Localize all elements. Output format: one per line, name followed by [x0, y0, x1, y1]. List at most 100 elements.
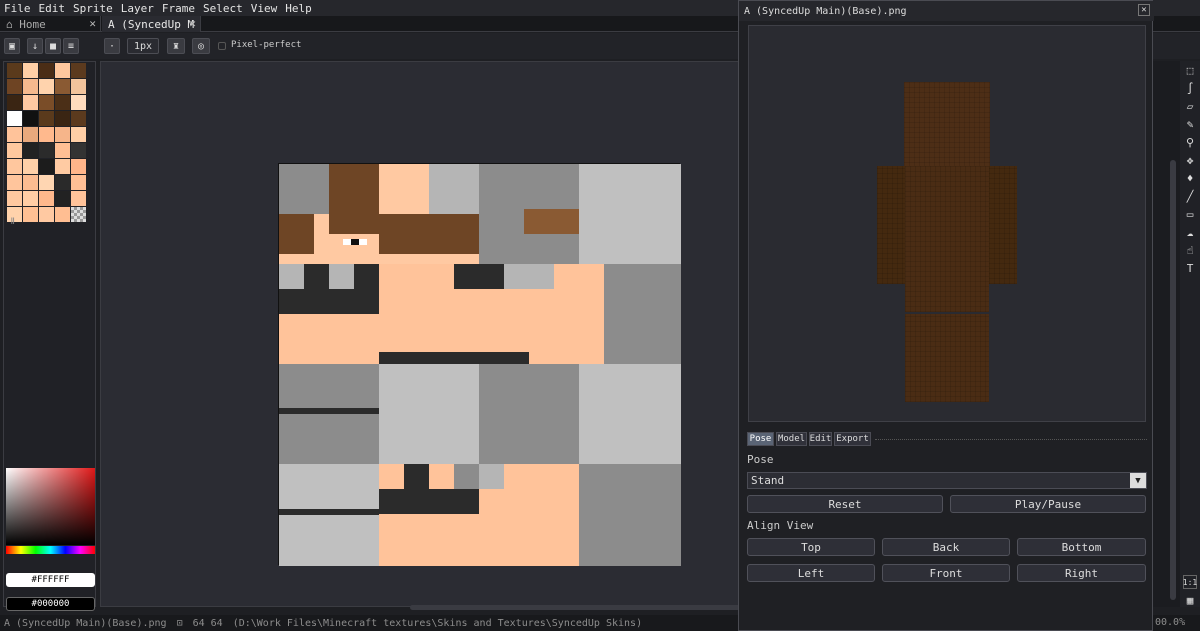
- palette-swatch[interactable]: [23, 207, 38, 222]
- fill-icon[interactable]: ♦: [1183, 171, 1197, 185]
- palette-swatch[interactable]: [71, 191, 86, 206]
- palette-swatch[interactable]: [71, 111, 86, 126]
- palette-swatch[interactable]: [55, 159, 70, 174]
- palette-swatch[interactable]: [55, 143, 70, 158]
- palette-swatch[interactable]: [55, 95, 70, 110]
- tab-edit[interactable]: Edit: [809, 432, 832, 446]
- menu-file[interactable]: File: [4, 2, 31, 15]
- palette-swatch[interactable]: [7, 159, 22, 174]
- palette-swatch[interactable]: [23, 63, 38, 78]
- align-left-button[interactable]: Left: [747, 564, 875, 582]
- ratio-button[interactable]: 1:1: [1183, 575, 1197, 589]
- ink-icon[interactable]: ♜: [167, 38, 185, 54]
- align-front-button[interactable]: Front: [882, 564, 1010, 582]
- tab-export[interactable]: Export: [834, 432, 871, 446]
- align-back-button[interactable]: Back: [882, 538, 1010, 556]
- align-bottom-button[interactable]: Bottom: [1017, 538, 1146, 556]
- align-top-button[interactable]: Top: [747, 538, 875, 556]
- palette-swatch[interactable]: [55, 127, 70, 142]
- palette-swatch[interactable]: [55, 207, 70, 222]
- palette-resize-handle[interactable]: ǁ: [10, 217, 15, 227]
- menu-sprite[interactable]: Sprite: [73, 2, 113, 15]
- square-icon[interactable]: ■: [45, 38, 61, 54]
- palette-swatch[interactable]: [23, 143, 38, 158]
- palette-swatch[interactable]: [23, 159, 38, 174]
- palette-swatch[interactable]: [39, 175, 54, 190]
- palette-swatch[interactable]: [55, 191, 70, 206]
- palette-swatch[interactable]: [23, 175, 38, 190]
- brush-shape-button[interactable]: ·: [104, 38, 120, 54]
- horizontal-scrollbar[interactable]: [410, 605, 740, 610]
- menu-layer[interactable]: Layer: [121, 2, 154, 15]
- palette-swatch[interactable]: [55, 63, 70, 78]
- sprite-editor[interactable]: [100, 61, 745, 607]
- align-right-button[interactable]: Right: [1017, 564, 1146, 582]
- palette-swatch[interactable]: [7, 63, 22, 78]
- palette-swatch[interactable]: [7, 143, 22, 158]
- pencil-icon[interactable]: ✎: [1183, 117, 1197, 131]
- palette-swatch[interactable]: [71, 127, 86, 142]
- 3d-model-preview[interactable]: [748, 25, 1146, 422]
- smudge-icon[interactable]: ☝: [1183, 243, 1197, 257]
- close-icon[interactable]: ✕: [189, 17, 196, 30]
- arrow-down-icon[interactable]: ↓: [27, 38, 43, 54]
- palette-swatch[interactable]: [23, 79, 38, 94]
- transparent-swatch[interactable]: [71, 207, 86, 222]
- menu-icon[interactable]: ≡: [63, 38, 79, 54]
- zoom-level[interactable]: 00.0%: [1155, 617, 1185, 628]
- palette-swatch[interactable]: [39, 127, 54, 142]
- palette-swatch[interactable]: [39, 111, 54, 126]
- palette-swatch[interactable]: [39, 207, 54, 222]
- pixel-perfect-checkbox[interactable]: [218, 42, 226, 50]
- menu-edit[interactable]: Edit: [39, 2, 66, 15]
- skin-texture-canvas[interactable]: [278, 163, 681, 566]
- palette-swatch[interactable]: [71, 159, 86, 174]
- palette-swatch-selected[interactable]: [7, 111, 22, 126]
- tab-pose[interactable]: Pose: [747, 432, 774, 446]
- palette-swatch[interactable]: [39, 79, 54, 94]
- palette-swatch[interactable]: [39, 63, 54, 78]
- palette-swatch[interactable]: [71, 143, 86, 158]
- palette-swatch[interactable]: [7, 191, 22, 206]
- eraser-icon[interactable]: ▱: [1183, 99, 1197, 113]
- lasso-icon[interactable]: ∫: [1183, 81, 1197, 95]
- close-icon[interactable]: ✕: [1138, 4, 1150, 16]
- palette-swatch[interactable]: [39, 159, 54, 174]
- grid-icon[interactable]: ▦: [1183, 593, 1197, 607]
- pose-select[interactable]: Stand ▼: [747, 472, 1147, 489]
- blur-icon[interactable]: ☁: [1183, 225, 1197, 239]
- chevron-down-icon[interactable]: ▼: [1130, 473, 1146, 488]
- palette-swatch[interactable]: [55, 111, 70, 126]
- menu-select[interactable]: Select: [203, 2, 243, 15]
- menu-frame[interactable]: Frame: [162, 2, 195, 15]
- palette-swatch[interactable]: [39, 143, 54, 158]
- palette-swatch[interactable]: [7, 127, 22, 142]
- palette-swatch[interactable]: [23, 191, 38, 206]
- menu-view[interactable]: View: [251, 2, 278, 15]
- tab-document[interactable]: A (SyncedUp M ✕: [102, 16, 201, 32]
- rectangle-icon[interactable]: ▭: [1183, 207, 1197, 221]
- tab-model[interactable]: Model: [776, 432, 807, 446]
- close-icon[interactable]: ✕: [89, 17, 96, 30]
- palette-swatch[interactable]: [71, 95, 86, 110]
- eyedropper-icon[interactable]: ⚲: [1183, 135, 1197, 149]
- palette-swatch[interactable]: [55, 175, 70, 190]
- move-icon[interactable]: ✥: [1183, 153, 1197, 167]
- palette-swatch[interactable]: [7, 95, 22, 110]
- palette-swatch[interactable]: [71, 63, 86, 78]
- background-color-field[interactable]: #000000: [6, 597, 95, 611]
- palette-swatch[interactable]: [7, 79, 22, 94]
- line-icon[interactable]: ╱: [1183, 189, 1197, 203]
- lock-icon[interactable]: ▣: [4, 38, 20, 54]
- brush-size-input[interactable]: 1px: [127, 38, 159, 54]
- hue-slider[interactable]: [6, 546, 95, 554]
- palette-swatch[interactable]: [23, 95, 38, 110]
- palette-swatch[interactable]: [55, 79, 70, 94]
- foreground-color-field[interactable]: #FFFFFF: [6, 573, 95, 587]
- color-picker-box[interactable]: [6, 468, 95, 545]
- tab-home[interactable]: ⌂ Home ✕: [0, 16, 101, 32]
- text-icon[interactable]: T: [1183, 261, 1197, 275]
- palette-swatch[interactable]: [39, 95, 54, 110]
- palette-swatch[interactable]: [23, 127, 38, 142]
- vertical-scrollbar[interactable]: [1170, 160, 1176, 600]
